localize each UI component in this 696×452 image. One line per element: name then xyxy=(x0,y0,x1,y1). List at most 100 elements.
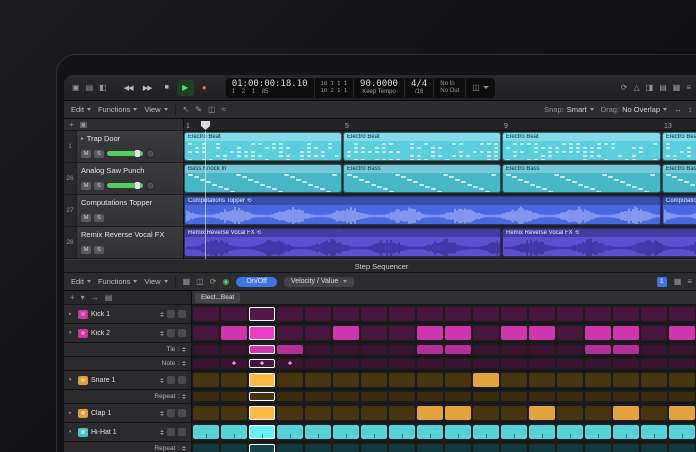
step-cell[interactable] xyxy=(613,359,639,368)
step-cell[interactable] xyxy=(585,425,611,439)
pattern-page-badge[interactable]: 1 xyxy=(657,277,667,287)
step-cell[interactable] xyxy=(193,359,219,368)
step-cell[interactable] xyxy=(333,406,359,420)
step-cell[interactable] xyxy=(249,373,275,387)
step-cell[interactable] xyxy=(361,406,387,420)
step-cell[interactable] xyxy=(249,307,275,321)
region-electro-bass[interactable]: Electro Bass xyxy=(343,164,501,193)
step-cell[interactable] xyxy=(361,392,387,401)
step-cell[interactable] xyxy=(361,326,387,340)
grid-settings-icon[interactable]: ▦ xyxy=(674,278,682,286)
step-cell[interactable] xyxy=(445,326,471,340)
pointer-tool-icon[interactable]: ↖ xyxy=(183,106,190,114)
step-cell[interactable] xyxy=(613,444,639,452)
step-cell[interactable] xyxy=(473,359,499,368)
step-cell[interactable] xyxy=(221,425,247,439)
step-cell[interactable] xyxy=(277,392,303,401)
lcd-mode-section[interactable]: ◫ xyxy=(466,78,495,98)
step-cell[interactable] xyxy=(389,345,415,354)
step-cell[interactable] xyxy=(557,444,583,452)
track-header-remix-reverse-vocal-fx[interactable]: 28Remix Reverse Vocal FXMS xyxy=(64,227,183,259)
step-cell[interactable] xyxy=(389,392,415,401)
menu-view[interactable]: View xyxy=(144,277,167,286)
row-menu-icon[interactable] xyxy=(178,409,186,417)
step-cell[interactable] xyxy=(333,345,359,354)
step-cell[interactable] xyxy=(305,307,331,321)
link-icon[interactable]: ◫ xyxy=(196,278,204,286)
step-cell[interactable] xyxy=(473,425,499,439)
lcd-display[interactable]: 01:00:00:18.10 1 2 1 85 10 1 1 1 10 2 1 … xyxy=(226,78,495,98)
step-cell[interactable] xyxy=(445,307,471,321)
region-computations-topper[interactable]: Computations Topper⟲ xyxy=(662,196,696,225)
step-cell[interactable] xyxy=(613,425,639,439)
step-cell[interactable] xyxy=(641,392,667,401)
control-bar-menu-icon[interactable]: ≡ xyxy=(686,84,691,92)
step-cell[interactable] xyxy=(305,326,331,340)
step-cell[interactable] xyxy=(277,373,303,387)
metronome-icon[interactable]: △ xyxy=(633,84,639,92)
step-cell[interactable] xyxy=(193,406,219,420)
mute-button[interactable]: M xyxy=(81,150,91,158)
region-bass-knock-in[interactable]: Bass Knock In xyxy=(184,164,342,193)
step-cell[interactable] xyxy=(585,307,611,321)
step-cell[interactable] xyxy=(613,345,639,354)
step-cell[interactable] xyxy=(305,406,331,420)
region-remix-reverse-vocal-fx[interactable]: Remix Reverse Vocal FX⟲ xyxy=(502,228,696,257)
add-track-icon[interactable]: + xyxy=(69,121,74,129)
row-velocity-icon[interactable] xyxy=(167,310,175,318)
step-cell[interactable] xyxy=(193,444,219,452)
step-cell[interactable] xyxy=(445,406,471,420)
menu-view[interactable]: View xyxy=(144,105,167,114)
rewind-button[interactable]: ◀◀ xyxy=(120,80,137,96)
step-cell[interactable] xyxy=(669,392,695,401)
step-cell[interactable]: ◆ xyxy=(221,359,247,368)
step-cell[interactable] xyxy=(473,444,499,452)
step-cell[interactable] xyxy=(473,406,499,420)
step-cell[interactable] xyxy=(613,406,639,420)
step-cell[interactable] xyxy=(389,307,415,321)
mute-button[interactable]: M xyxy=(81,182,91,190)
add-row-menu-icon[interactable]: ▾ xyxy=(81,294,85,302)
step-cell[interactable] xyxy=(193,326,219,340)
step-cell[interactable] xyxy=(417,373,443,387)
step-cell[interactable] xyxy=(361,359,387,368)
pan-knob[interactable] xyxy=(146,181,155,190)
step-cell[interactable] xyxy=(333,307,359,321)
step-cell[interactable] xyxy=(641,444,667,452)
zoom-horizontal-icon[interactable]: ↔ xyxy=(674,106,682,114)
step-cell[interactable] xyxy=(305,425,331,439)
step-cell[interactable] xyxy=(277,326,303,340)
step-cell[interactable] xyxy=(417,326,443,340)
step-cell[interactable] xyxy=(277,307,303,321)
step-cell[interactable] xyxy=(277,345,303,354)
stop-button[interactable]: ■ xyxy=(158,80,175,96)
step-cell[interactable] xyxy=(557,373,583,387)
track-header-analog-saw-punch[interactable]: 26Analog Saw PunchMS xyxy=(64,163,183,195)
step-cell[interactable] xyxy=(333,359,359,368)
volume-slider[interactable] xyxy=(107,151,143,156)
step-cell[interactable] xyxy=(501,359,527,368)
step-cell[interactable] xyxy=(641,359,667,368)
step-cell[interactable] xyxy=(529,392,555,401)
step-cell[interactable] xyxy=(249,392,275,401)
library-icon[interactable]: ▤ xyxy=(86,84,94,92)
goto-playhead-icon[interactable]: → xyxy=(91,294,99,302)
master-volume-icon[interactable]: ◨ xyxy=(646,84,654,92)
step-cell[interactable] xyxy=(221,373,247,387)
step-cell[interactable] xyxy=(361,425,387,439)
step-cell[interactable] xyxy=(333,444,359,452)
list-editors-icon[interactable]: ▤ xyxy=(659,84,667,92)
step-cell[interactable] xyxy=(585,359,611,368)
step-cell[interactable] xyxy=(221,345,247,354)
step-cell[interactable] xyxy=(277,444,303,452)
row-menu-icon[interactable] xyxy=(178,329,186,337)
pan-knob[interactable] xyxy=(146,149,155,158)
add-row-icon[interactable]: + xyxy=(70,294,75,302)
track-header-trap-door[interactable]: 1▸Trap DoorMS xyxy=(64,131,183,163)
step-cell[interactable] xyxy=(221,307,247,321)
step-cell[interactable]: ◆ xyxy=(249,359,275,368)
menu-edit[interactable]: Edit xyxy=(71,105,91,114)
step-cell[interactable] xyxy=(585,373,611,387)
step-cell[interactable] xyxy=(445,444,471,452)
drag-selector[interactable]: Drag: No Overlap xyxy=(601,105,667,114)
